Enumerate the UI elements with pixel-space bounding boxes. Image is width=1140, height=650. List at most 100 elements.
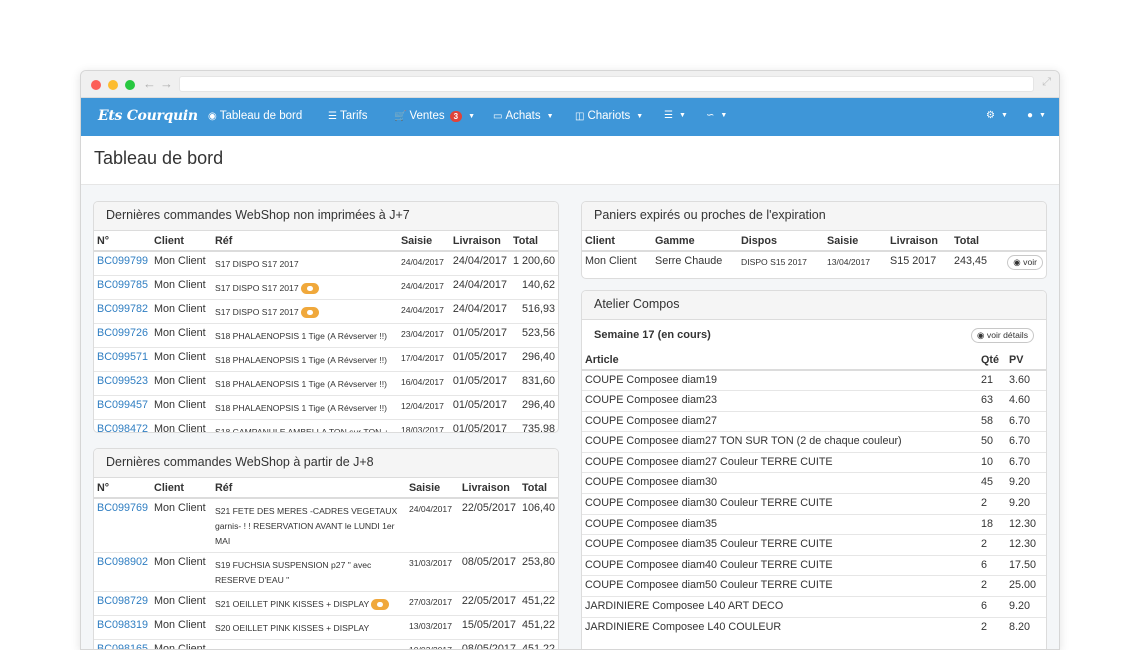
nav-database[interactable]: ☰ ▼ xyxy=(664,110,686,121)
gamme-cell: Serre Chaude xyxy=(652,251,738,273)
nav-chariots[interactable]: ◫ Chariots ▼ xyxy=(575,110,643,122)
table-row[interactable]: BC098902Mon ClientS19 FUCHSIA SUSPENSION… xyxy=(94,553,558,592)
saisie-cell: 16/04/2017 xyxy=(398,372,450,396)
table-row[interactable]: BC099782Mon ClientS17 DISPO S17 201724/0… xyxy=(94,300,558,324)
order-link[interactable]: BC098729 xyxy=(97,595,148,607)
table-row[interactable]: BC099523Mon ClientS18 PHALAENOPSIS 1 Tig… xyxy=(94,372,558,396)
client-cell: Mon Client xyxy=(151,372,212,396)
table-row[interactable]: BC099726Mon ClientS18 PHALAENOPSIS 1 Tig… xyxy=(94,324,558,348)
total-cell: 735,98 xyxy=(510,420,558,434)
caret-down-icon: ▼ xyxy=(1001,112,1008,119)
col-no: N° xyxy=(94,231,151,251)
order-link[interactable]: BC099571 xyxy=(97,351,148,363)
week-header: Semaine 17 (en cours) ◉ voir détails xyxy=(582,320,1046,350)
livraison-cell: 01/05/2017 xyxy=(450,324,510,348)
pv-cell: 25.00 xyxy=(1006,576,1046,597)
table-row[interactable]: BC099571Mon ClientS18 PHALAENOPSIS 1 Tig… xyxy=(94,348,558,372)
saisie-cell: 18/03/2017 xyxy=(398,420,450,434)
table-row: COUPE Composee diam27586.70 xyxy=(582,411,1046,432)
caret-down-icon: ▼ xyxy=(636,113,643,120)
forward-arrow-icon[interactable]: → xyxy=(160,76,173,91)
order-link[interactable]: BC098902 xyxy=(97,556,148,568)
fullscreen-icon[interactable]: ⤢ xyxy=(1042,76,1051,89)
card-icon: ▭ xyxy=(493,111,502,122)
voir-button[interactable]: ◉ voir xyxy=(1007,255,1043,270)
article-cell: COUPE Composee diam30 Couleur TERRE CUIT… xyxy=(582,494,978,515)
total-cell: 523,56 xyxy=(510,324,558,348)
table-row[interactable]: BC098472Mon ClientS18 CAMPANULE AMBELLA … xyxy=(94,420,558,434)
order-link[interactable]: BC098472 xyxy=(97,423,148,433)
voir-details-button[interactable]: ◉ voir détails xyxy=(971,328,1034,343)
livraison-cell: 08/05/2017 xyxy=(459,553,519,592)
order-link[interactable]: BC099782 xyxy=(97,303,148,315)
col-gamme: Gamme xyxy=(652,231,738,251)
livraison-cell: 24/04/2017 xyxy=(450,300,510,324)
nav-ventes[interactable]: 🛒 Ventes 3 ▼ xyxy=(394,110,475,122)
caret-down-icon: ▼ xyxy=(679,112,686,119)
table-row[interactable]: BC098319Mon ClientS20 OEILLET PINK KISSE… xyxy=(94,616,558,640)
pv-cell: 6.70 xyxy=(1006,411,1046,432)
nav-user[interactable]: ● ▼ xyxy=(1027,110,1046,121)
table-row[interactable]: BC098729Mon ClientS21 OEILLET PINK KISSE… xyxy=(94,592,558,616)
maximize-window-button[interactable] xyxy=(125,80,135,90)
table-row[interactable]: BC098165Mon ClientS19 OEILLET PINK KISSE… xyxy=(94,640,558,650)
table-row[interactable]: BC099457Mon ClientS18 PHALAENOPSIS 1 Tig… xyxy=(94,396,558,420)
ventes-count-badge: 3 xyxy=(450,111,462,122)
comment-bubble-icon[interactable] xyxy=(371,599,389,610)
article-cell: COUPE Composee diam19 xyxy=(582,370,978,391)
nav-tarifs[interactable]: ☰ Tarifs xyxy=(328,110,367,122)
livraison-cell: 01/05/2017 xyxy=(450,372,510,396)
comment-bubble-icon[interactable] xyxy=(301,307,319,318)
eye-icon: ◉ xyxy=(977,330,985,340)
comment-bubble-icon[interactable] xyxy=(301,283,319,294)
eye-icon: ◉ xyxy=(1013,257,1023,267)
col-ref: Réf xyxy=(212,231,398,251)
table-row: COUPE Composee diam27 Couleur TERRE CUIT… xyxy=(582,452,1046,473)
order-number-cell: BC098165 xyxy=(94,640,151,650)
col-action xyxy=(997,231,1046,251)
order-link[interactable]: BC099726 xyxy=(97,327,148,339)
nav-achats[interactable]: ▭ Achats ▼ xyxy=(493,110,554,122)
ref-text: S18 CAMPANULE AMBELLA TON sur TON + DISP… xyxy=(215,427,389,433)
order-number-cell: BC098472 xyxy=(94,420,151,434)
nav-stats[interactable]: ∽ ▼ xyxy=(706,110,727,121)
order-link[interactable]: BC098319 xyxy=(97,619,148,631)
table-row[interactable]: BC099799Mon ClientS17 DISPO S17 201724/0… xyxy=(94,251,558,276)
table-row[interactable]: BC099769Mon ClientS21 FETE DES MERES -CA… xyxy=(94,498,558,553)
table-row: COUPE Composee diam50 Couleur TERRE CUIT… xyxy=(582,576,1046,597)
saisie-cell: 13/03/2017 xyxy=(406,616,459,640)
minimize-window-button[interactable] xyxy=(108,80,118,90)
qte-cell: 2 xyxy=(978,535,1006,556)
qte-cell: 2 xyxy=(978,494,1006,515)
pv-cell: 6.70 xyxy=(1006,432,1046,453)
back-arrow-icon[interactable]: ← xyxy=(143,76,156,91)
table-row: JARDINIERE Composee L40 COULEUR28.20 xyxy=(582,617,1046,638)
total-cell: 451,22 xyxy=(519,640,558,650)
pv-cell: 4.60 xyxy=(1006,391,1046,412)
order-number-cell: BC099571 xyxy=(94,348,151,372)
order-link[interactable]: BC099769 xyxy=(97,502,148,514)
brand-logo[interactable]: Ets Courquin xyxy=(98,108,198,124)
ref-cell: S18 CAMPANULE AMBELLA TON sur TON + DISP… xyxy=(212,420,398,434)
article-cell: COUPE Composee diam40 Couleur TERRE CUIT… xyxy=(582,555,978,576)
address-bar[interactable] xyxy=(179,76,1034,92)
order-link[interactable]: BC099523 xyxy=(97,375,148,387)
order-link[interactable]: BC099799 xyxy=(97,255,148,267)
nav-tableau-de-bord[interactable]: ◉ Tableau de bord xyxy=(208,110,302,122)
table-row[interactable]: BC099785Mon ClientS17 DISPO S17 201724/0… xyxy=(94,276,558,300)
col-livraison: Livraison xyxy=(459,478,519,498)
nav-settings[interactable]: ⚙ ▼ xyxy=(986,110,1008,121)
ref-text: S20 OEILLET PINK KISSES + DISPLAY xyxy=(215,623,369,633)
order-link[interactable]: BC099785 xyxy=(97,279,148,291)
panel-commandes-j8: Dernières commandes WebShop à partir de … xyxy=(93,448,559,650)
qte-cell: 10 xyxy=(978,452,1006,473)
panel-title: Dernières commandes WebShop non imprimée… xyxy=(94,202,558,231)
article-cell: COUPE Composee diam27 xyxy=(582,411,978,432)
order-link[interactable]: BC098165 xyxy=(97,643,148,650)
order-link[interactable]: BC099457 xyxy=(97,399,148,411)
ref-text: S21 OEILLET PINK KISSES + DISPLAY xyxy=(215,599,369,609)
close-window-button[interactable] xyxy=(91,80,101,90)
nav-label: Achats xyxy=(505,110,540,122)
client-cell: Mon Client xyxy=(151,420,212,434)
ref-cell: S18 PHALAENOPSIS 1 Tige (A Révserver !!) xyxy=(212,324,398,348)
